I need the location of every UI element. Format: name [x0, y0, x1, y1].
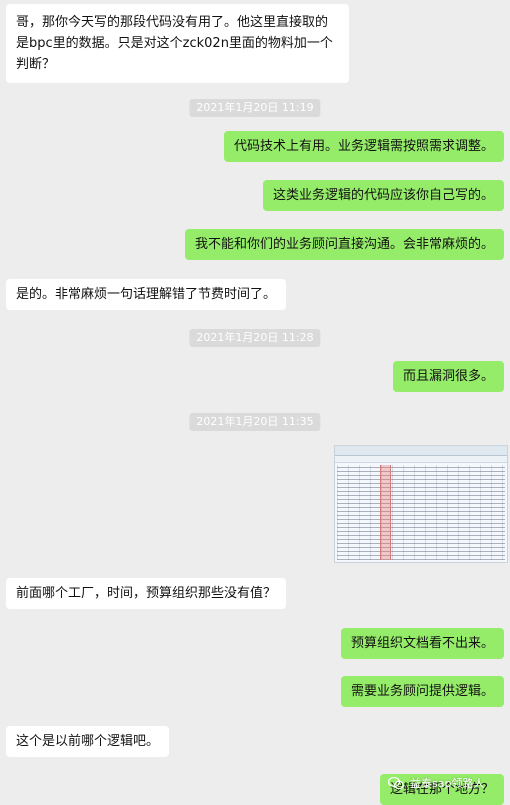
thumbnail-table-grid	[337, 465, 505, 560]
timestamp: 2021年1月20日 11:28	[189, 329, 321, 347]
chat-window: 哥，那你今天写的那段代码没有用了。他这里直接取的是bpc里的数据。只是对这个zc…	[0, 0, 510, 805]
message-text: 而且漏洞很多。	[402, 369, 494, 384]
message-sent[interactable]: 我不能和你们的业务顾问直接沟通。会非常麻烦的。	[184, 229, 504, 260]
message-text: 前面哪个工厂，时间，预算组织那些没有值？	[16, 586, 277, 601]
wechat-icon	[388, 776, 404, 790]
message-text: 需要业务顾问提供逻辑。	[350, 684, 494, 699]
message-received[interactable]: 哥，那你今天写的那段代码没有用了。他这里直接取的是bpc里的数据。只是对这个zc…	[6, 4, 349, 83]
timestamp: 2021年1月20日 11:19	[189, 99, 321, 117]
message-sent[interactable]: 而且漏洞很多。	[392, 361, 504, 392]
message-text: 哥，那你今天写的那段代码没有用了。他这里直接取的是bpc里的数据。只是对这个zc…	[16, 15, 333, 72]
message-text: 这类业务逻辑的代码应该你自己写的。	[272, 188, 494, 203]
message-received[interactable]: 是的。非常麻烦一句话理解错了节费时间了。	[6, 279, 287, 310]
message-received[interactable]: 前面哪个工厂，时间，预算组织那些没有值？	[6, 578, 287, 609]
timestamp: 2021年1月20日 11:35	[189, 413, 321, 431]
message-sent[interactable]: 这类业务逻辑的代码应该你自己写的。	[262, 180, 504, 211]
message-sent[interactable]: 需要业务顾问提供逻辑。	[340, 676, 504, 707]
thumbnail-highlight-column	[380, 465, 391, 560]
thumbnail-toolbar	[335, 456, 507, 463]
message-received[interactable]: 这个是以前哪个逻辑吧。	[6, 726, 170, 757]
message-sent[interactable]: 预算组织文档看不出来。	[340, 628, 504, 659]
message-text: 是的。非常麻烦一句话理解错了节费时间了。	[16, 287, 277, 302]
watermark: 益泰sap领路人	[388, 772, 510, 794]
message-text: 这个是以前哪个逻辑吧。	[16, 734, 160, 749]
watermark-text: 益泰sap领路人	[410, 777, 485, 790]
message-text: 预算组织文档看不出来。	[350, 636, 494, 651]
message-sent[interactable]: 代码技术上有用。业务逻辑需按照需求调整。	[223, 131, 504, 162]
screenshot-thumbnail[interactable]	[334, 445, 508, 563]
message-text: 我不能和你们的业务顾问直接沟通。会非常麻烦的。	[194, 237, 494, 252]
message-text: 代码技术上有用。业务逻辑需按照需求调整。	[233, 139, 494, 154]
thumbnail-titlebar	[335, 446, 507, 456]
